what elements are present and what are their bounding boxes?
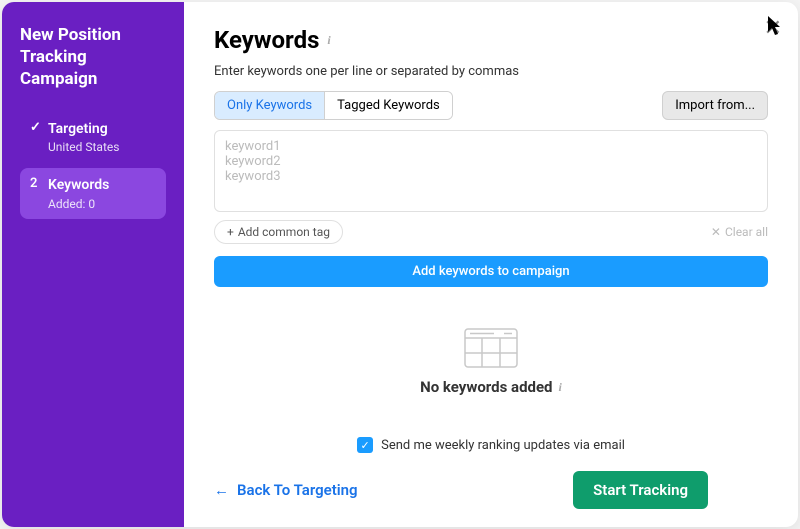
back-button[interactable]: ← Back To Targeting [214,481,358,499]
close-icon: ✕ [711,225,721,239]
keyword-mode-segment: Only Keywords Tagged Keywords [214,91,453,120]
step-title: Targeting [48,120,156,138]
keywords-input[interactable] [214,130,768,212]
below-row: + Add common tag ✕ Clear all [214,220,768,244]
plus-icon: + [227,225,234,239]
check-icon: ✓ [360,439,369,452]
start-tracking-button[interactable]: Start Tracking [573,471,708,509]
empty-label: No keywords added i [420,378,562,396]
step-subtitle: Added: 0 [48,197,156,211]
step-title: Keywords [48,176,156,194]
email-updates-label: Send me weekly ranking updates via email [381,438,625,453]
tab-tagged-keywords[interactable]: Tagged Keywords [324,92,452,119]
table-icon [464,328,518,368]
step-targeting[interactable]: ✓ Targeting United States [20,112,166,162]
info-icon[interactable]: i [559,380,562,395]
step-keywords[interactable]: 2 Keywords Added: 0 [20,168,166,218]
toolbar: Only Keywords Tagged Keywords Import fro… [214,91,768,120]
add-common-tag-button[interactable]: + Add common tag [214,220,343,244]
step-number: 2 [30,176,48,191]
import-button[interactable]: Import from... [662,91,768,120]
footer: ← Back To Targeting Start Tracking [214,471,768,509]
clear-all-button[interactable]: ✕ Clear all [711,225,768,239]
step-subtitle: United States [48,140,156,154]
sidebar-title: New Position Tracking Campaign [20,24,166,90]
email-updates-row: ✓ Send me weekly ranking updates via ema… [214,437,768,453]
page-subtitle: Enter keywords one per line or separated… [214,64,768,79]
close-icon: ✕ [764,16,782,41]
close-button[interactable]: ✕ [764,16,782,41]
add-keywords-button[interactable]: Add keywords to campaign [214,256,768,287]
info-icon[interactable]: i [327,33,330,48]
page-title: Keywords i [214,26,768,54]
main-panel: ✕ Keywords i Enter keywords one per line… [184,2,798,527]
arrow-left-icon: ← [214,481,229,499]
empty-state: No keywords added i [214,287,768,437]
email-updates-checkbox[interactable]: ✓ [357,437,373,453]
wizard-sidebar: New Position Tracking Campaign ✓ Targeti… [2,2,184,527]
tab-only-keywords[interactable]: Only Keywords [215,92,324,119]
campaign-modal: New Position Tracking Campaign ✓ Targeti… [2,2,798,527]
check-icon: ✓ [30,120,48,135]
